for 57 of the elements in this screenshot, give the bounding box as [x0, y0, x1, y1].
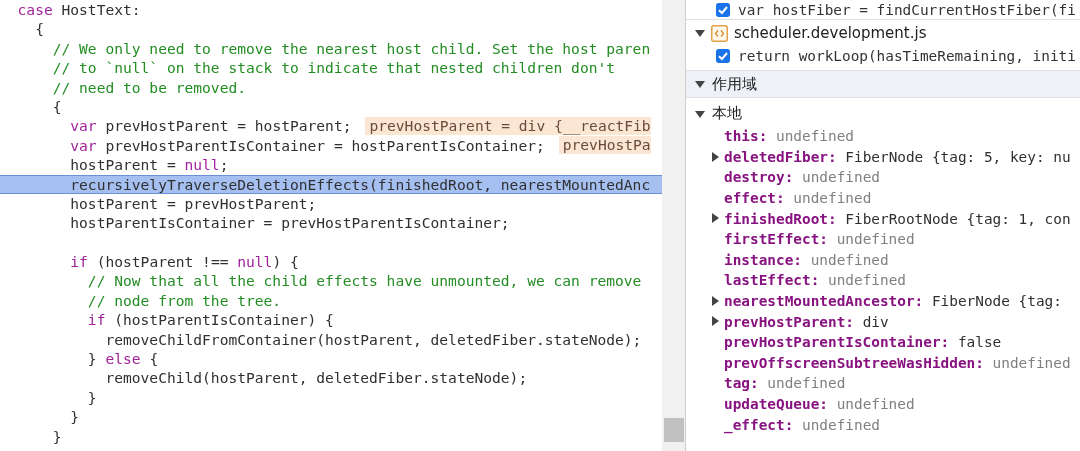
- variable-entry[interactable]: prevOffscreenSubtreeWasHidden: undefined: [724, 354, 1071, 371]
- file-name[interactable]: scheduler.development.js: [734, 24, 927, 42]
- code-line: // to `null` on the stack to indicate that nested children don't: [51, 58, 616, 78]
- variable-entry[interactable]: tag: undefined: [724, 375, 846, 392]
- variable-entry[interactable]: instance: undefined: [724, 251, 889, 268]
- variable-entry[interactable]: _effect: undefined: [724, 416, 880, 433]
- code-line: }: [51, 426, 62, 446]
- variable-entry[interactable]: effect: undefined: [724, 190, 872, 207]
- variable-entry[interactable]: updateQueue: undefined: [724, 396, 915, 412]
- expand-arrow-right-icon[interactable]: [710, 295, 720, 306]
- code-line: }: [86, 387, 97, 408]
- breakpoint-code[interactable]: return workLoop(hasTimeRemaining, initi: [738, 48, 1076, 64]
- inline-value: prevHostParent = div {__reactFib: [365, 117, 651, 136]
- expand-arrow-down-icon[interactable]: [695, 28, 705, 38]
- code-line: if (hostParent !== null) {: [69, 252, 299, 272]
- inline-value: prevHostPa: [558, 136, 651, 155]
- code-line: removeChild(hostParent, deletedFiber.stateNode);: [104, 368, 528, 388]
- expand-arrow-down-icon[interactable]: [695, 108, 705, 119]
- breakpoint-code[interactable]: var hostFiber = findCurrentHostFiber(fi: [738, 1, 1076, 18]
- variable-entry[interactable]: finishedRoot: FiberRootNode {tag: 1, con: [724, 210, 1071, 227]
- variable-entry[interactable]: deletedFiber: FiberNode {tag: 5, key: nu: [724, 148, 1071, 165]
- section-header[interactable]: 作用域: [686, 70, 1080, 98]
- code-line: hostParent = prevHostParent;: [69, 193, 317, 214]
- code-line: }: [69, 407, 80, 427]
- code-line: // We only need to remove the nearest host child. Set the host paren: [51, 38, 651, 59]
- code-line: removeChildFromContainer(hostParent, deletedFiber.stateNode);: [104, 329, 642, 350]
- file-icon: [711, 24, 728, 42]
- code-line: var prevHostParentIsContainer = hostParentIsContainer;: [69, 135, 545, 156]
- code-line: var prevHostParent = hostParent;: [69, 116, 352, 136]
- variable-entry[interactable]: this: undefined: [724, 128, 854, 145]
- scrollbar-thumb[interactable]: [663, 418, 684, 442]
- code-line: hostParent = null;: [69, 155, 229, 175]
- checkbox[interactable]: [716, 49, 730, 63]
- code-line: hostParentIsContainer = prevHostParentIsContainer;: [69, 213, 510, 233]
- variable-entry[interactable]: lastEffect: undefined: [724, 272, 906, 289]
- expand-arrow-right-icon[interactable]: [710, 316, 720, 327]
- variable-entry[interactable]: destroy: undefined: [724, 169, 880, 186]
- code-line: // need to be removed.: [51, 77, 246, 97]
- section-title[interactable]: 作用域: [712, 74, 757, 94]
- code-line: // Now that all the child effects have unmounted, we can remove: [86, 271, 642, 291]
- scrollbar-track[interactable]: [662, 0, 686, 451]
- code-line: recursivelyTraverseDeletionEffects(finishedRoot, nearestMountedAnc: [69, 174, 651, 194]
- variable-entry[interactable]: firstEffect: undefined: [724, 231, 915, 248]
- variable-entry[interactable]: prevHostParent: div: [724, 313, 889, 330]
- code-line: // node from the tree.: [86, 290, 282, 311]
- variable-entry[interactable]: nearestMountedAncestor: FiberNode {tag:: [724, 293, 1062, 310]
- code-line: {: [51, 96, 62, 117]
- scope-group-title[interactable]: 本地: [712, 104, 742, 123]
- expand-arrow-right-icon[interactable]: [710, 151, 720, 162]
- code-line: {: [34, 19, 44, 39]
- expand-arrow-down-icon[interactable]: [695, 79, 705, 89]
- expand-arrow-right-icon[interactable]: [710, 213, 720, 224]
- code-line: case HostText:: [16, 0, 141, 20]
- checkbox[interactable]: [716, 2, 730, 17]
- code-line: } else {: [86, 349, 159, 369]
- variable-entry[interactable]: prevHostParentIsContainer: false: [724, 334, 1002, 351]
- code-line: if (hostParentIsContainer) {: [86, 310, 334, 330]
